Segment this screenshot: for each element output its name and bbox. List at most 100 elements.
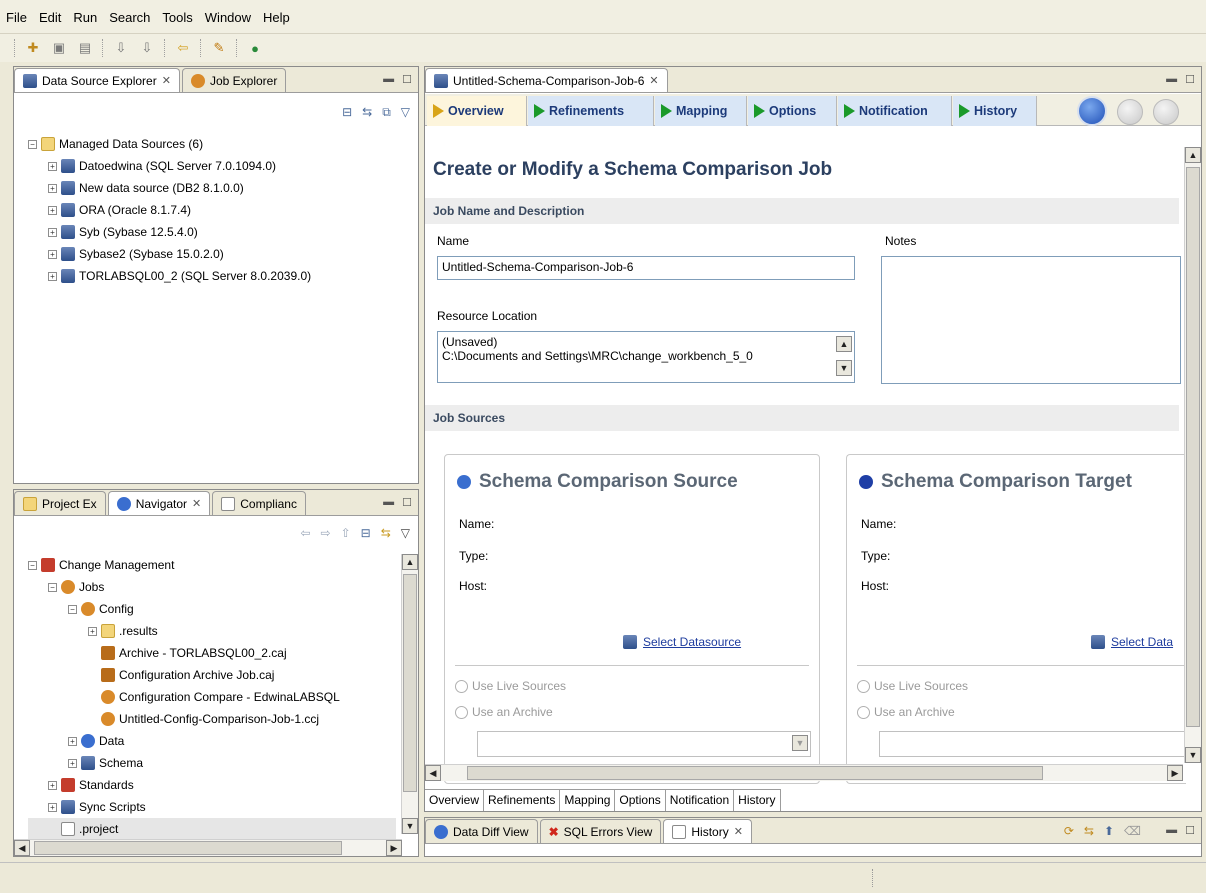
scroll-up-icon[interactable]: ▲ bbox=[836, 336, 852, 352]
tree-item[interactable]: − Jobs bbox=[28, 576, 396, 598]
close-icon[interactable]: ✕ bbox=[192, 497, 201, 510]
scroll-left-icon[interactable]: ◀ bbox=[14, 840, 30, 856]
name-field[interactable]: Untitled-Schema-Comparison-Job-6 bbox=[437, 256, 855, 280]
scroll-up-icon[interactable]: ▲ bbox=[402, 554, 418, 570]
maximize-icon[interactable]: ☐ bbox=[1185, 824, 1195, 837]
minimize-icon[interactable]: ▬ bbox=[383, 73, 394, 86]
use-archive-radio[interactable]: Use an Archive bbox=[455, 705, 553, 719]
tree-item[interactable]: + Sybase2 (Sybase 15.0.2.0) bbox=[28, 243, 311, 265]
collapse-icon[interactable]: − bbox=[48, 582, 57, 592]
expand-icon[interactable]: + bbox=[68, 758, 77, 768]
stop-job-icon[interactable] bbox=[1117, 99, 1143, 125]
vertical-scrollbar[interactable]: ▲ ▼ bbox=[401, 554, 418, 834]
use-archive-radio[interactable]: Use an Archive bbox=[857, 705, 955, 719]
tree-item[interactable]: .project bbox=[28, 818, 396, 840]
link-editor-icon[interactable]: ⇆ bbox=[362, 105, 372, 120]
editor-vertical-scrollbar[interactable]: ▲ ▼ bbox=[1184, 147, 1201, 763]
tab-sql-errors-view[interactable]: ✖ SQL Errors View bbox=[539, 819, 662, 843]
tab-compliance[interactable]: Complianc bbox=[212, 491, 306, 515]
link-editor-icon[interactable]: ⇆ bbox=[381, 526, 391, 540]
tree-item[interactable]: − Change Management bbox=[28, 554, 396, 576]
close-icon[interactable]: ✕ bbox=[162, 74, 171, 87]
scroll-thumb[interactable] bbox=[403, 574, 417, 792]
expand-icon[interactable]: + bbox=[48, 249, 57, 259]
minimize-icon[interactable]: ▬ bbox=[1166, 73, 1177, 86]
select-target-datasource-link[interactable]: Select Data bbox=[1091, 635, 1173, 649]
run-icon[interactable]: ⇩ bbox=[112, 39, 130, 57]
notes-field[interactable] bbox=[881, 256, 1181, 384]
back-icon[interactable]: ⇦ bbox=[174, 39, 192, 57]
tab-data-diff-view[interactable]: Data Diff View bbox=[425, 819, 538, 843]
link-text[interactable]: Select Datasource bbox=[643, 635, 741, 649]
step-overview[interactable]: Overview bbox=[427, 96, 527, 126]
chevron-down-icon[interactable]: ▼ bbox=[792, 735, 808, 751]
tree-item[interactable]: − Config bbox=[28, 598, 396, 620]
scroll-down-icon[interactable]: ▼ bbox=[836, 360, 852, 376]
clear-icon[interactable]: ⌫ bbox=[1124, 824, 1141, 838]
scroll-thumb[interactable] bbox=[1186, 167, 1200, 727]
expand-icon[interactable]: + bbox=[48, 780, 57, 790]
tree-item[interactable]: + .results bbox=[28, 620, 396, 642]
archive-combo[interactable] bbox=[879, 731, 1189, 757]
radio-circle[interactable] bbox=[455, 679, 468, 693]
horizontal-scrollbar[interactable]: ◀ ▶ bbox=[14, 839, 402, 856]
tree-item[interactable]: + TORLABSQL00_2 (SQL Server 8.0.2039.0) bbox=[28, 265, 311, 287]
collapse-all-icon[interactable]: ⊟ bbox=[361, 526, 371, 540]
tree-item[interactable]: + Datoedwina (SQL Server 7.0.1094.0) bbox=[28, 155, 311, 177]
tree-item[interactable]: Configuration Compare - EdwinaLABSQL bbox=[28, 686, 396, 708]
close-icon[interactable]: ✕ bbox=[734, 825, 743, 838]
expand-icon[interactable]: + bbox=[68, 736, 77, 746]
link-text[interactable]: Select Data bbox=[1111, 635, 1173, 649]
page-tab-history[interactable]: History bbox=[734, 790, 781, 811]
view-menu-icon[interactable]: ▽ bbox=[401, 105, 410, 120]
pencil-icon[interactable]: ✎ bbox=[210, 39, 228, 57]
collapse-all-icon[interactable]: ⊟ bbox=[342, 105, 352, 120]
menu-window[interactable]: Window bbox=[205, 10, 251, 25]
scroll-right-icon[interactable]: ▶ bbox=[386, 840, 402, 856]
scroll-left-icon[interactable]: ◀ bbox=[425, 765, 441, 781]
back-icon[interactable]: ⇦ bbox=[300, 526, 310, 540]
menu-file[interactable]: File bbox=[6, 10, 27, 25]
menu-run[interactable]: Run bbox=[73, 10, 97, 25]
expand-icon[interactable]: + bbox=[48, 802, 57, 812]
refresh-icon[interactable]: ⟳ bbox=[1064, 824, 1074, 838]
use-live-sources-radio[interactable]: Use Live Sources bbox=[455, 679, 566, 693]
resource-location-field[interactable]: (Unsaved) C:\Documents and Settings\MRC\… bbox=[437, 331, 855, 383]
page-tab-refinements[interactable]: Refinements bbox=[484, 790, 561, 811]
step-options[interactable]: Options bbox=[748, 96, 837, 126]
expand-icon[interactable]: + bbox=[48, 227, 57, 237]
save-icon[interactable]: ▣ bbox=[50, 39, 68, 57]
tree-item[interactable]: + Data bbox=[28, 730, 396, 752]
collapse-icon[interactable]: − bbox=[68, 604, 77, 614]
menu-help[interactable]: Help bbox=[263, 10, 290, 25]
export-icon[interactable]: ⬆ bbox=[1104, 824, 1114, 838]
debug-icon[interactable]: ⇩ bbox=[138, 39, 156, 57]
radio-circle[interactable] bbox=[455, 705, 468, 719]
tab-history[interactable]: History ✕ bbox=[663, 819, 752, 843]
expand-icon[interactable]: + bbox=[48, 271, 57, 281]
console-icon[interactable] bbox=[1153, 99, 1179, 125]
scroll-down-icon[interactable]: ▼ bbox=[402, 818, 418, 834]
tree-item[interactable]: + Standards bbox=[28, 774, 396, 796]
menu-tools[interactable]: Tools bbox=[162, 10, 192, 25]
tree-item[interactable]: + ORA (Oracle 8.1.7.4) bbox=[28, 199, 311, 221]
collapse-icon[interactable]: − bbox=[28, 560, 37, 570]
collapse-icon[interactable]: − bbox=[28, 139, 37, 149]
step-mapping[interactable]: Mapping bbox=[655, 96, 747, 126]
forward-icon[interactable]: ⇨ bbox=[321, 526, 331, 540]
tab-schema-comparison-job[interactable]: Untitled-Schema-Comparison-Job-6 ✕ bbox=[425, 68, 668, 92]
scroll-right-icon[interactable]: ▶ bbox=[1167, 765, 1183, 781]
tab-project-explorer[interactable]: Project Ex bbox=[14, 491, 106, 515]
page-tab-notification[interactable]: Notification bbox=[666, 790, 735, 811]
radio-circle[interactable] bbox=[857, 679, 870, 693]
use-live-sources-radio[interactable]: Use Live Sources bbox=[857, 679, 968, 693]
maximize-icon[interactable]: ☐ bbox=[402, 496, 412, 509]
page-tab-mapping[interactable]: Mapping bbox=[560, 790, 616, 811]
minimize-icon[interactable]: ▬ bbox=[383, 496, 394, 509]
scroll-down-icon[interactable]: ▼ bbox=[1185, 747, 1201, 763]
expand-icon[interactable]: + bbox=[48, 183, 57, 193]
radio-circle[interactable] bbox=[857, 705, 870, 719]
scroll-up-icon[interactable]: ▲ bbox=[1185, 147, 1201, 163]
up-icon[interactable]: ⇧ bbox=[341, 526, 351, 540]
connect-icon[interactable]: ● bbox=[246, 39, 264, 57]
